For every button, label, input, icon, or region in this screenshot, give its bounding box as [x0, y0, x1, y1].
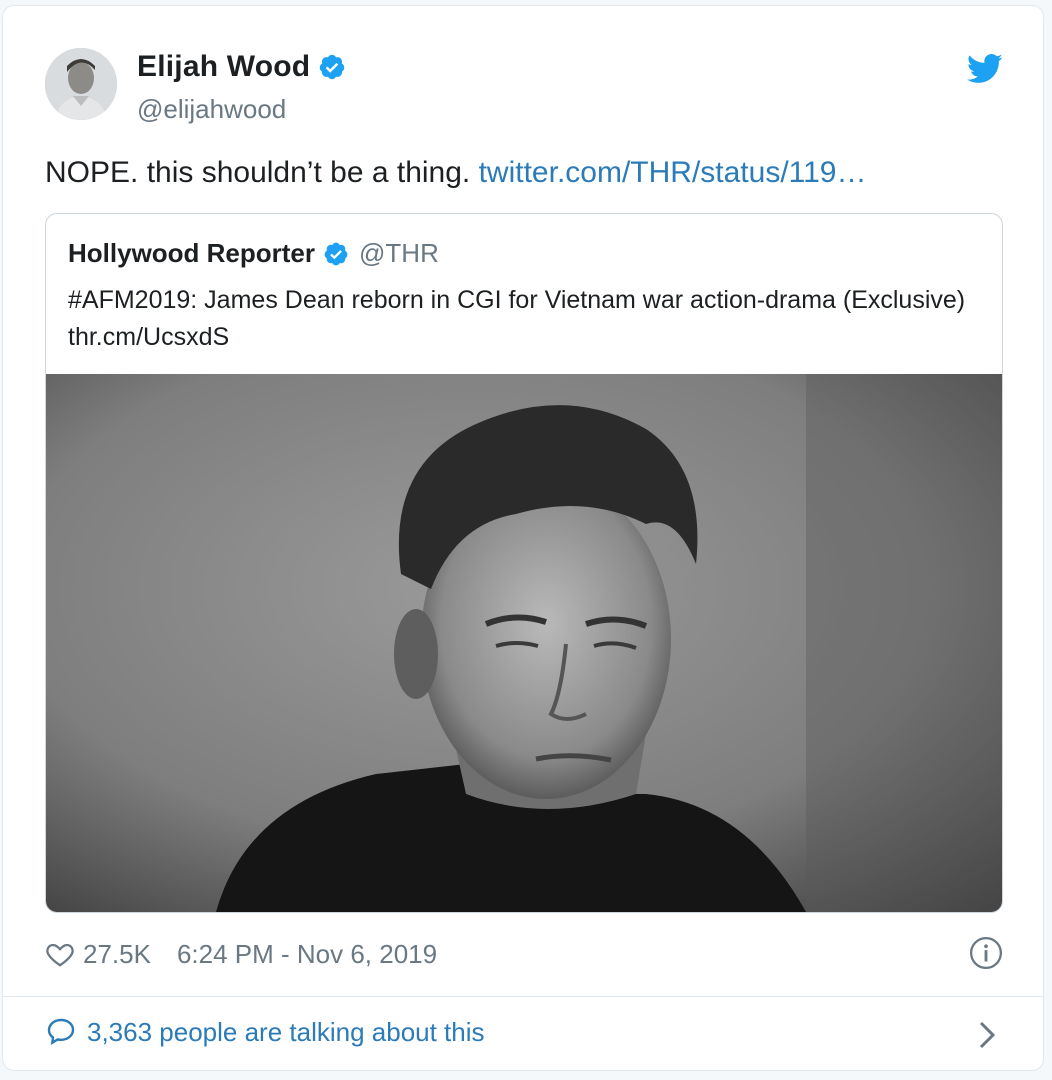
- tweet-text: NOPE. this shouldn’t be a thing. twitter…: [45, 156, 866, 190]
- tweet-link[interactable]: twitter.com/THR/status/119…: [479, 156, 867, 189]
- like-count[interactable]: 27.5K: [83, 939, 151, 970]
- speech-bubble-icon: [47, 1018, 75, 1045]
- quoted-text: #AFM2019: James Dean reborn in CGI for V…: [68, 286, 966, 351]
- verified-badge-icon: [324, 242, 348, 265]
- quoted-photo[interactable]: [46, 374, 1002, 912]
- twitter-bird-icon[interactable]: [967, 50, 1003, 86]
- tweet-timestamp[interactable]: 6:24 PM - Nov 6, 2019: [177, 939, 437, 970]
- divider: [3, 996, 1043, 997]
- tweet-body: NOPE. this shouldn’t be a thing.: [45, 156, 471, 189]
- conversation-link[interactable]: 3,363 people are talking about this: [45, 1016, 485, 1048]
- conversation-label[interactable]: 3,363 people are talking about this: [87, 1017, 485, 1048]
- info-icon[interactable]: [969, 936, 1003, 970]
- quoted-header: Hollywood Reporter @THR: [68, 238, 439, 269]
- quoted-tweet[interactable]: Hollywood Reporter @THR #AFM2019: James …: [45, 213, 1003, 913]
- author-name-row[interactable]: Elijah Wood: [137, 50, 346, 84]
- author-name[interactable]: Elijah Wood: [137, 50, 310, 84]
- quoted-author-handle: @THR: [359, 238, 439, 268]
- tweet-card[interactable]: Elijah Wood @elijahwood NOPE. this shoul…: [2, 5, 1044, 1071]
- tweet-footer: 27.5K 6:24 PM - Nov 6, 2019: [45, 934, 437, 974]
- author-avatar[interactable]: [45, 48, 117, 120]
- quoted-author-name: Hollywood Reporter: [68, 238, 316, 268]
- heart-icon[interactable]: [45, 939, 75, 969]
- chevron-right-icon[interactable]: [977, 1020, 997, 1050]
- verified-badge-icon: [320, 54, 345, 80]
- author-handle[interactable]: @elijahwood: [137, 94, 286, 125]
